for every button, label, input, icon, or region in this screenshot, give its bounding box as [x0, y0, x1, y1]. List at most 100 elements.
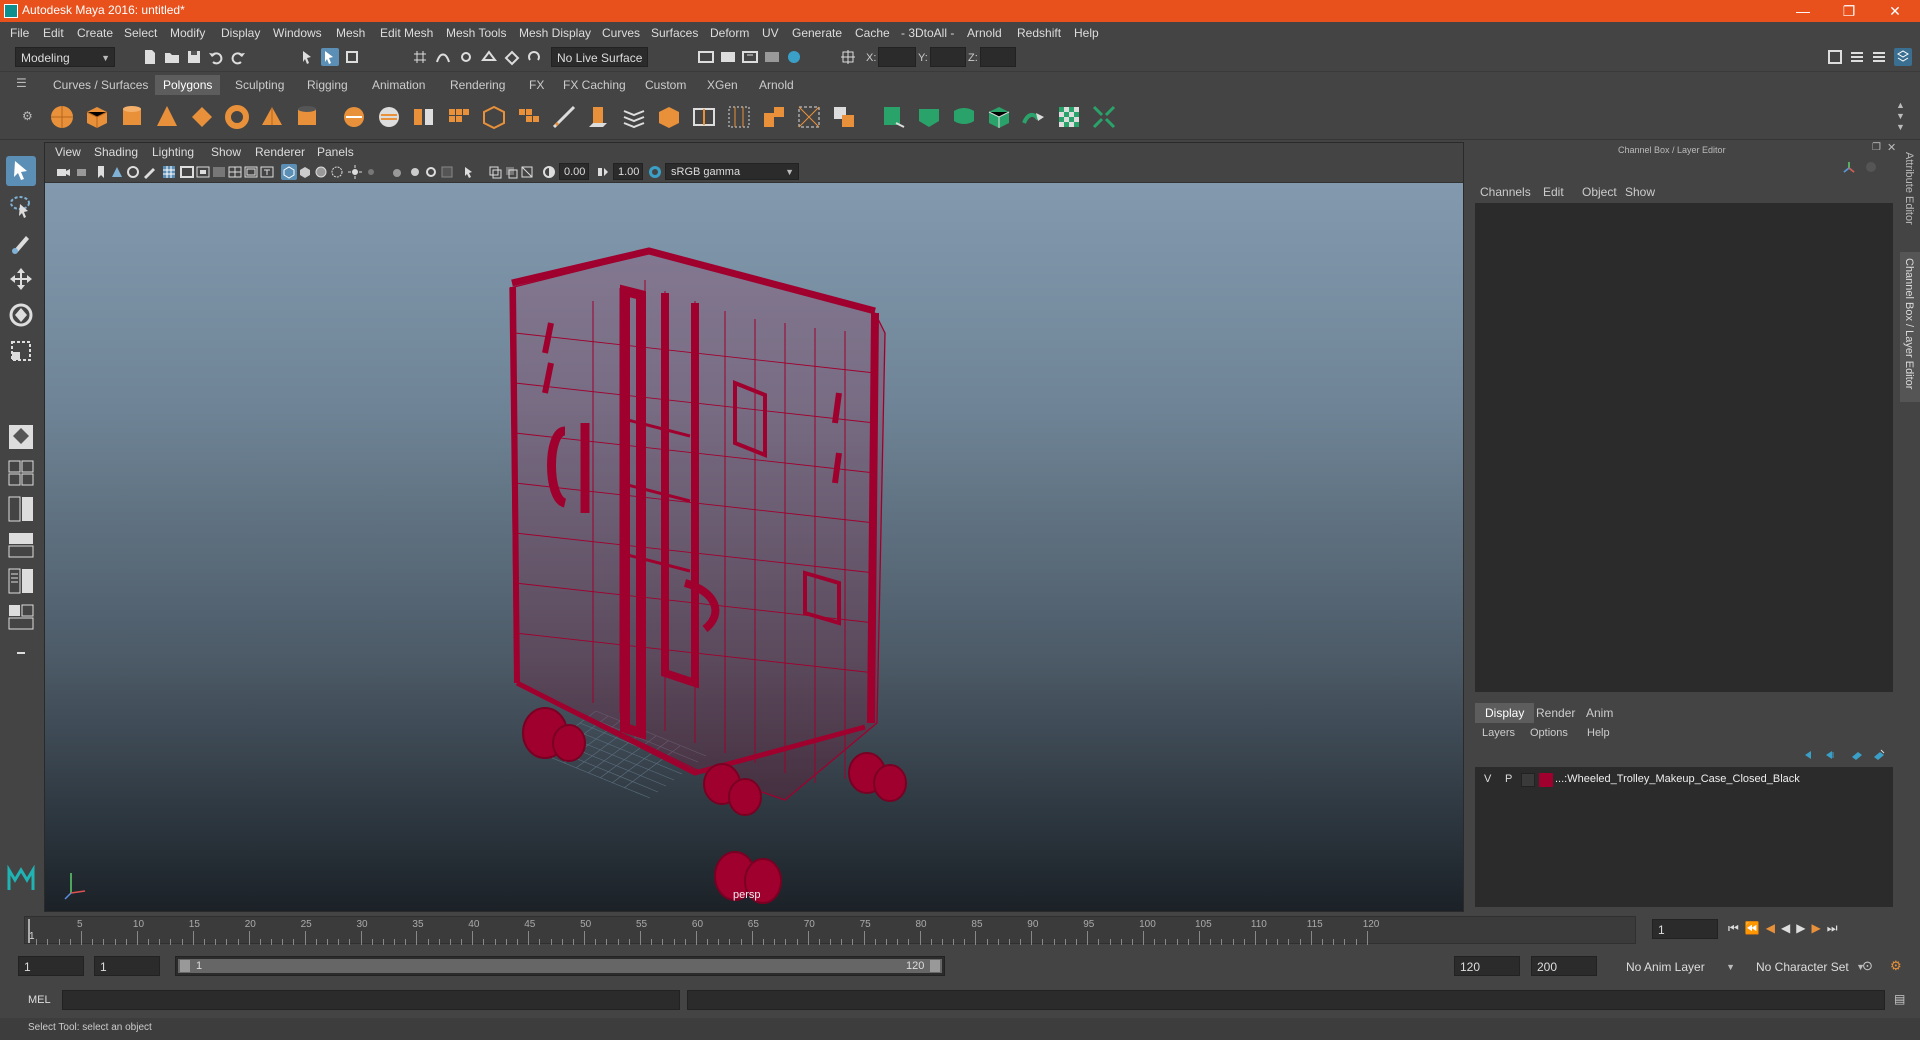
menu-3dtoall[interactable]: - 3DtoAll -: [901, 26, 954, 40]
boolean-icon[interactable]: [830, 103, 858, 131]
gate-mask-icon[interactable]: [211, 164, 227, 180]
snap-view-plane-icon[interactable]: [480, 48, 498, 66]
menu-mesh-tools[interactable]: Mesh Tools: [446, 26, 506, 40]
menu-edit[interactable]: Edit: [43, 26, 64, 40]
menu-select[interactable]: Select: [124, 26, 157, 40]
go-to-start-icon[interactable]: ⏮: [1728, 921, 1745, 935]
lasso-tool-icon[interactable]: [6, 192, 36, 222]
poly-pipe-icon[interactable]: [293, 103, 321, 131]
open-scene-icon[interactable]: [163, 48, 181, 66]
select-tool-icon[interactable]: [6, 156, 36, 186]
isolate-select-icon[interactable]: [461, 164, 477, 180]
color-space-dropdown[interactable]: sRGB gamma ▼: [665, 163, 799, 180]
command-input[interactable]: [62, 990, 680, 1010]
script-editor-icon[interactable]: ▤: [1894, 992, 1910, 1008]
menu-display[interactable]: Display: [221, 26, 260, 40]
graph-editor-layout-icon[interactable]: [6, 566, 36, 596]
camera-tools-icon[interactable]: [75, 164, 91, 180]
tab-rigging[interactable]: Rigging: [299, 75, 356, 95]
close-panel-icon[interactable]: ✕: [1887, 141, 1896, 154]
smooth-icon[interactable]: [445, 103, 473, 131]
step-forward-frame-icon[interactable]: ▶: [1811, 921, 1826, 935]
render-settings-icon[interactable]: [763, 48, 781, 66]
tab-fx-caching[interactable]: FX Caching: [555, 75, 634, 95]
make-live-icon[interactable]: [526, 48, 544, 66]
smooth-shade-icon[interactable]: [297, 164, 313, 180]
bevel-icon[interactable]: [550, 103, 578, 131]
target-weld-icon[interactable]: [655, 103, 683, 131]
four-view-layout-icon[interactable]: [6, 458, 36, 488]
wedge-icon[interactable]: [795, 103, 823, 131]
viewport-3d-scene[interactable]: persp: [45, 183, 1463, 911]
z-coord-field[interactable]: [980, 47, 1016, 67]
poly-plane-icon[interactable]: [188, 103, 216, 131]
exposure-icon[interactable]: [541, 164, 557, 180]
menu-help[interactable]: Help: [1074, 26, 1099, 40]
planar-mapping-icon[interactable]: [915, 103, 943, 131]
xray-joints-icon[interactable]: [503, 164, 519, 180]
redo-icon[interactable]: [229, 48, 247, 66]
tab-sculpting[interactable]: Sculpting: [227, 75, 292, 95]
tab-xgen[interactable]: XGen: [699, 75, 746, 95]
layer-row[interactable]: V P ...:Wheeled_Trolley_Makeup_Case_Clos…: [1475, 771, 1893, 789]
snap-grid-icon[interactable]: [411, 48, 429, 66]
viewport-menu-panels[interactable]: Panels: [317, 145, 354, 159]
poke-icon[interactable]: [760, 103, 788, 131]
outliner-layout-icon[interactable]: [6, 530, 36, 560]
channel-menu-show[interactable]: Show: [1625, 185, 1655, 199]
layer-menu-help[interactable]: Help: [1587, 727, 1610, 739]
menu-edit-mesh[interactable]: Edit Mesh: [380, 26, 433, 40]
layout-uv-icon[interactable]: [1090, 103, 1118, 131]
live-surface-field[interactable]: No Live Surface: [551, 47, 648, 67]
channel-box-side-tab[interactable]: Channel Box / Layer Editor: [1900, 252, 1920, 402]
extrude-icon[interactable]: [585, 103, 613, 131]
viewport-menu-view[interactable]: View: [55, 145, 81, 159]
exposure-field[interactable]: 0.00: [559, 163, 589, 180]
menu-curves[interactable]: Curves: [602, 26, 640, 40]
poly-cube-icon[interactable]: [83, 103, 111, 131]
auto-key-icon[interactable]: ⊙: [1862, 958, 1878, 974]
menu-cache[interactable]: Cache: [855, 26, 890, 40]
menu-modify[interactable]: Modify: [170, 26, 205, 40]
tab-arnold[interactable]: Arnold: [751, 75, 802, 95]
menu-mesh-display[interactable]: Mesh Display: [519, 26, 591, 40]
grid-toggle-icon[interactable]: [161, 164, 177, 180]
shelf-menu-icon[interactable]: ☰: [16, 76, 32, 92]
film-gate-icon[interactable]: [179, 164, 195, 180]
hypershade-layout-icon[interactable]: [6, 602, 36, 632]
menu-surfaces[interactable]: Surfaces: [651, 26, 698, 40]
camera-attributes-icon[interactable]: [55, 164, 71, 180]
play-backward-icon[interactable]: ◀: [1781, 921, 1796, 935]
x-coord-field[interactable]: [878, 47, 916, 67]
average-vertices-icon[interactable]: [480, 103, 508, 131]
attribute-editor-toggle-icon[interactable]: [1848, 48, 1866, 66]
select-by-component-icon[interactable]: [343, 48, 361, 66]
xray-icon[interactable]: [487, 164, 503, 180]
bridge-icon[interactable]: [515, 103, 543, 131]
gamma-field[interactable]: 1.00: [613, 163, 643, 180]
select-by-object-icon[interactable]: [321, 48, 339, 66]
snap-surface-icon[interactable]: [503, 48, 521, 66]
menu-uv[interactable]: UV: [762, 26, 779, 40]
xray-components-icon[interactable]: [519, 164, 535, 180]
resolution-gate-icon[interactable]: [195, 164, 211, 180]
tab-rendering[interactable]: Rendering: [442, 75, 513, 95]
insert-edge-loop-icon[interactable]: [690, 103, 718, 131]
multisample-aa-icon[interactable]: [423, 164, 439, 180]
tool-settings-toggle-icon[interactable]: [1870, 48, 1888, 66]
uv-editor-icon[interactable]: [880, 103, 908, 131]
viewport-menu-renderer[interactable]: Renderer: [255, 145, 305, 159]
anim-layer-dropdown[interactable]: No Anim Layer ▼: [1620, 956, 1740, 976]
new-empty-layer-icon[interactable]: [1850, 748, 1864, 762]
safe-action-icon[interactable]: [243, 164, 259, 180]
menu-arnold[interactable]: Arnold: [967, 26, 1002, 40]
layer-menu-options[interactable]: Options: [1530, 727, 1568, 739]
range-slider-start-grip[interactable]: [180, 960, 190, 972]
attribute-editor-side-tab[interactable]: Attribute Editor: [1903, 152, 1915, 225]
animation-end-field[interactable]: 200: [1531, 956, 1597, 976]
shelf-settings-icon[interactable]: ⚙: [22, 109, 33, 123]
motion-blur-icon[interactable]: [407, 164, 423, 180]
multi-cut-icon[interactable]: [620, 103, 648, 131]
rotate-tool-icon[interactable]: [6, 300, 36, 330]
animation-preferences-icon[interactable]: ⚙: [1890, 958, 1906, 974]
